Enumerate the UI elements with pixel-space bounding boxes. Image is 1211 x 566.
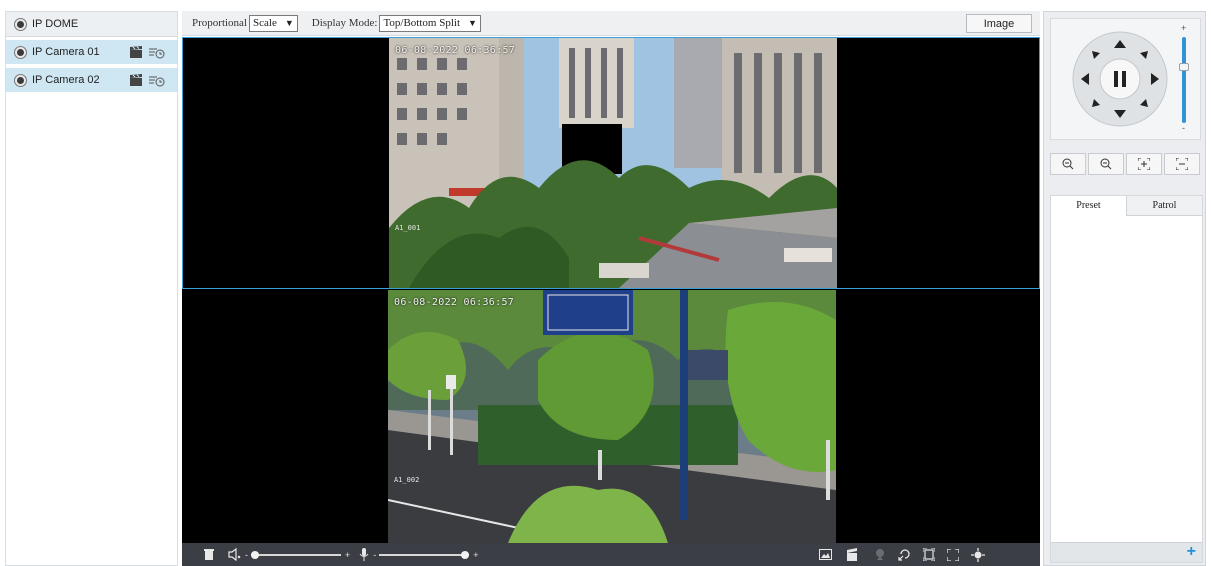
volume-plus: + [345,549,351,560]
preset-patrol-tabs: Preset Patrol + [1050,195,1203,563]
device-tree-panel: IP DOME IP Camera 01 IP Camera 02 [5,11,178,566]
display-mode-label: Display Mode: [311,17,378,29]
osd-label-top: A1_001 [395,224,421,232]
lens-control-row [1050,153,1202,177]
camera-status-icon [15,46,26,58]
camera-scene-image-top [389,38,837,288]
tree-item-label: IP Camera 01 [32,46,100,58]
volume-slider-knob[interactable] [251,550,259,559]
image-button[interactable]: Image [966,14,1032,33]
focus-far-button[interactable] [1164,153,1200,175]
playback-control-bar: - + - + [182,543,1040,566]
proportional-select[interactable]: Scale ▼ [249,14,298,32]
zoom-in-icon [1100,158,1112,170]
device-tree-root-label: IP DOME [32,18,79,30]
mic-slider[interactable] [379,550,470,559]
volume-minus: - [245,549,248,560]
microphone-icon[interactable] [359,548,369,561]
tree-item-camera-02[interactable]: IP Camera 02 [6,68,177,93]
fullscreen-icon[interactable] [946,548,959,561]
camera-status-icon [15,18,26,30]
live-view-page: IP DOME IP Camera 01 IP Camera 02 Propor… [0,0,1211,566]
preset-footer: + [1051,542,1202,562]
ptz-speed-knob[interactable] [1179,63,1189,71]
record-clapper-icon[interactable] [129,45,144,59]
playback-icon[interactable] [148,74,165,87]
timestamp-overlay-bottom: 06-08-2022 06:36:57 [394,297,515,308]
snapshot-icon[interactable] [818,549,832,560]
tab-patrol[interactable]: Patrol [1126,196,1202,216]
focus-far-icon [1176,158,1188,170]
speaker-icon[interactable] [228,548,241,561]
camera-scene-image-bottom [388,290,836,543]
mic-slider-knob[interactable] [461,550,470,559]
playback-icon[interactable] [148,46,165,59]
local-record-icon[interactable] [846,548,858,561]
display-mode-select[interactable]: Top/Bottom Split ▼ [379,14,481,32]
proportional-label: Proportional [192,17,247,29]
tab-preset[interactable]: Preset [1051,196,1126,216]
volume-slider[interactable] [251,550,341,559]
add-preset-button[interactable]: + [1187,544,1196,560]
view-toolbar: Proportional Scale ▼ Display Mode: Top/B… [182,11,1040,36]
camera-status-icon [15,74,26,86]
roi-icon[interactable] [922,548,935,561]
video-pane-top[interactable]: 06-08-2022 06:36:57 A1_001 [182,37,1040,289]
ptz-speed-plus: + [1181,23,1187,33]
ptz-speed-minus: - [1182,123,1185,133]
record-clapper-icon[interactable] [129,73,144,87]
stop-video-icon[interactable] [204,548,214,561]
focus-target-icon[interactable] [970,547,985,562]
video-pane-bottom[interactable]: 06-08-2022 06:36:57 A1_002 [182,290,1040,543]
osd-label-bottom: A1_002 [394,476,420,484]
mic-minus: - [373,549,377,560]
mic-plus: + [473,549,479,560]
preset-list [1051,216,1202,544]
chevron-down-icon: ▼ [468,18,477,28]
focus-near-icon [1138,158,1150,170]
ptz-direction-pad[interactable] [1070,29,1170,129]
proportional-select-value: Scale [253,17,277,29]
ptz-control-box: + - [1050,18,1201,140]
tree-item-camera-01[interactable]: IP Camera 01 [6,40,177,65]
zoom-in-button[interactable] [1088,153,1124,175]
timestamp-overlay-top: 06-08-2022 06:36:57 [395,45,516,56]
focus-near-button[interactable] [1126,153,1162,175]
ptz-speed-slider[interactable] [1179,37,1189,123]
zoom-out-button[interactable] [1050,153,1086,175]
digital-zoom-icon[interactable] [874,548,886,561]
device-tree-root[interactable]: IP DOME [6,12,177,37]
chevron-down-icon: ▼ [284,18,294,28]
display-mode-select-value: Top/Bottom Split [383,17,461,29]
tree-item-label: IP Camera 02 [32,74,100,86]
zoom-out-icon [1062,158,1074,170]
3d-positioning-icon[interactable] [897,548,911,561]
ptz-panel: + - Preset Patrol + [1043,11,1206,566]
video-area: 06-08-2022 06:36:57 A1_001 06-08-2022 06… [182,37,1040,543]
